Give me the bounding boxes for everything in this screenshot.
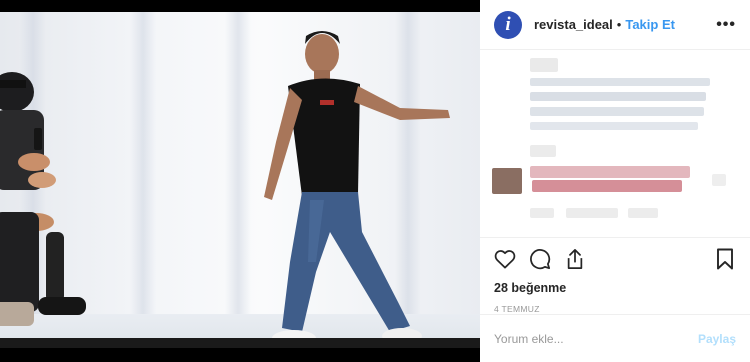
- post-header: i revista_ideal • Takip Et •••: [480, 0, 750, 50]
- blurred-text: [530, 58, 558, 72]
- avatar[interactable]: i: [494, 10, 522, 39]
- blurred-text: [532, 180, 682, 192]
- blurred-text: [712, 174, 726, 186]
- comment-icon[interactable]: [527, 246, 553, 272]
- separator-dot: •: [616, 17, 622, 32]
- comment-form: Paylaş: [480, 314, 750, 362]
- avatar-letter: i: [505, 14, 511, 35]
- model-figure: [264, 31, 450, 346]
- blurred-text: [530, 166, 690, 178]
- share-icon[interactable]: [562, 246, 588, 272]
- audience-figures: [0, 72, 86, 326]
- photo-border: [0, 338, 480, 348]
- blurred-text: [530, 145, 556, 157]
- bookmark-icon[interactable]: [712, 246, 738, 272]
- blurred-text: [628, 208, 658, 218]
- comment-input[interactable]: [494, 331, 698, 346]
- blurred-text: [530, 107, 704, 116]
- username-link[interactable]: revista_ideal: [534, 17, 613, 32]
- curtain-fold: [225, 12, 251, 348]
- blurred-text: [530, 92, 706, 101]
- action-bar: [480, 238, 750, 280]
- blurred-text: [566, 208, 618, 218]
- blurred-avatar: [492, 168, 522, 194]
- post-comment-button[interactable]: Paylaş: [698, 332, 736, 346]
- blurred-text: [530, 208, 554, 218]
- post-sidebar: i revista_ideal • Takip Et ••• 28 beğenm…: [480, 0, 750, 362]
- blurred-text: [530, 78, 710, 86]
- ellipsis-icon[interactable]: •••: [716, 16, 736, 33]
- heart-icon[interactable]: [492, 246, 518, 272]
- post-photo[interactable]: [0, 12, 480, 348]
- comments-area: [480, 50, 750, 238]
- follow-button[interactable]: Takip Et: [625, 17, 675, 32]
- curtain-fold: [130, 12, 156, 348]
- likes-count[interactable]: 28 beğenme: [480, 280, 750, 296]
- blurred-text: [530, 122, 698, 130]
